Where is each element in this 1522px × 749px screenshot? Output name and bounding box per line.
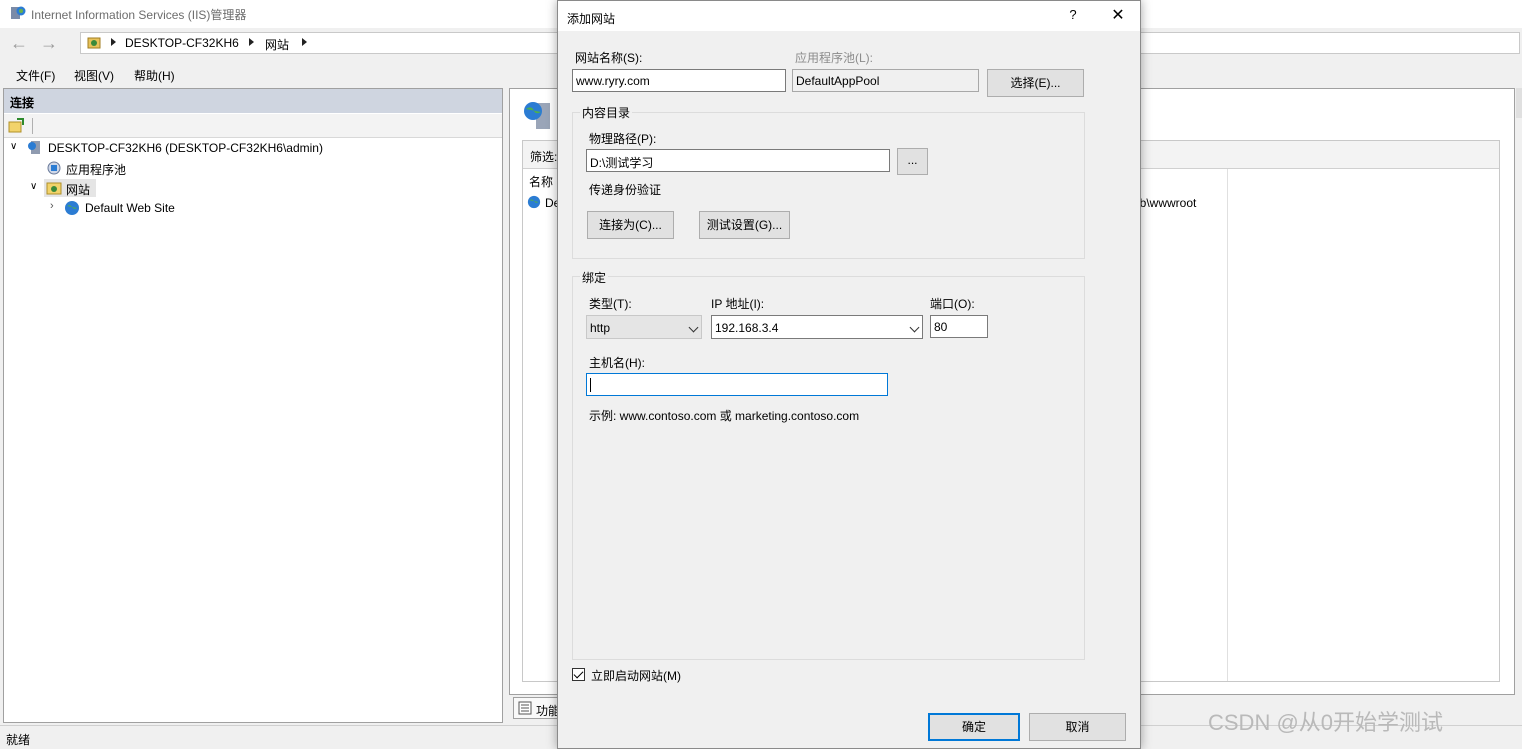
ok-button[interactable]: 确定 [928,713,1020,741]
tree-item-server[interactable]: ∨ DESKTOP-CF32KH6 (DESKTOP-CF32KH6\admin… [8,139,498,157]
hostname-input[interactable] [586,373,888,396]
back-arrow-icon[interactable]: ← [6,33,32,55]
chevron-down-icon [688,322,699,333]
type-select[interactable]: http [586,315,702,339]
chevron-down-icon[interactable]: ∨ [30,181,37,192]
vertical-scrollbar[interactable] [1516,88,1522,118]
sites-folder-icon [46,182,62,195]
physical-path-input[interactable]: D:\测试学习 [586,149,890,172]
server-icon [28,141,40,154]
start-now-label[interactable]: 立即启动网站(M) [591,667,681,684]
chevron-down-icon[interactable]: ∨ [10,141,17,152]
chevron-down-icon [909,322,920,333]
forward-arrow-icon[interactable]: → [36,33,62,55]
watermark: CSDN @从0开始学测试 [1208,710,1444,735]
type-label: 类型(T): [589,297,632,311]
breadcrumb-separator-icon [302,38,307,46]
pass-through-auth-label: 传递身份验证 [589,183,662,197]
binding-caption: 绑定 [580,269,609,286]
site-name-label: 网站名称(S): [575,51,643,65]
iis-app-icon [11,6,26,19]
status-text: 就绪 [6,733,31,747]
cancel-button[interactable]: 取消 [1029,713,1126,741]
close-icon[interactable]: ✕ [1109,5,1127,25]
physical-path-label: 物理路径(P): [589,132,657,146]
menu-view[interactable]: 视图(V) [74,67,114,84]
menu-help[interactable]: 帮助(H) [134,67,175,84]
app-pool-label: 应用程序池(L): [795,51,874,65]
toolbar-divider [32,118,33,134]
site-name-input[interactable]: www.ryry.com [572,69,786,92]
tree-item-app-pools[interactable]: 应用程序池 [44,159,244,177]
test-settings-button[interactable]: 测试设置(G)... [699,211,790,239]
breadcrumb-sites[interactable]: 网站 [265,36,289,53]
globe-icon [527,195,541,209]
hostname-example: 示例: www.contoso.com 或 marketing.contoso.… [589,409,860,423]
browse-button[interactable]: ... [897,148,928,175]
dialog-title: 添加网站 [567,12,616,26]
content-directory-caption: 内容目录 [580,104,633,121]
tree-item-default-web-site[interactable]: › Default Web Site [48,199,248,217]
connections-header: 连接 [4,89,502,113]
tree-item-sites[interactable]: ∨ 网站 [28,179,108,197]
features-view-icon [518,701,532,715]
globe-icon [65,201,79,215]
connect-as-button[interactable]: 连接为(C)... [587,211,674,239]
site-path-cell: ub\wwwroot [1133,196,1197,210]
port-label: 端口(O): [930,297,975,311]
add-website-dialog: 添加网站 ? ✕ 网站名称(S): www.ryry.com 应用程序池(L):… [557,0,1141,749]
server-icon [87,37,101,49]
dialog-titlebar: 添加网站 ? ✕ [558,1,1140,31]
start-now-checkbox[interactable] [572,668,585,681]
hostname-label: 主机名(H): [589,356,645,370]
column-divider [1227,169,1228,681]
type-value: http [590,321,611,335]
window-title: Internet Information Services (IIS)管理器 [31,8,247,22]
chevron-right-icon[interactable]: › [50,200,54,212]
breadcrumb-separator-icon [111,38,116,46]
sites-globe-icon [524,102,550,129]
connect-icon[interactable] [8,118,24,134]
help-icon[interactable]: ? [1065,7,1081,22]
breadcrumb-computer[interactable]: DESKTOP-CF32KH6 [125,36,239,50]
ip-address-label: IP 地址(I): [711,297,765,311]
app-pool-icon [47,161,61,175]
ip-address-select[interactable]: 192.168.3.4 [711,315,923,339]
menu-file[interactable]: 文件(F) [16,67,55,84]
ip-address-value: 192.168.3.4 [715,321,779,335]
select-app-pool-button[interactable]: 选择(E)... [987,69,1084,97]
port-input[interactable]: 80 [930,315,988,338]
breadcrumb-separator-icon [249,38,254,46]
text-caret [590,378,591,392]
name-column-header[interactable]: 名称 [529,173,553,190]
filter-label: 筛选: [530,150,558,164]
features-view-tab[interactable]: 功能 [513,697,561,719]
connections-panel: 连接 ∨ DESKTOP-CF32KH6 (DESKTOP-CF32KH6\ad… [3,88,503,723]
connections-toolbar [4,114,502,138]
app-pool-field: DefaultAppPool [792,69,979,92]
